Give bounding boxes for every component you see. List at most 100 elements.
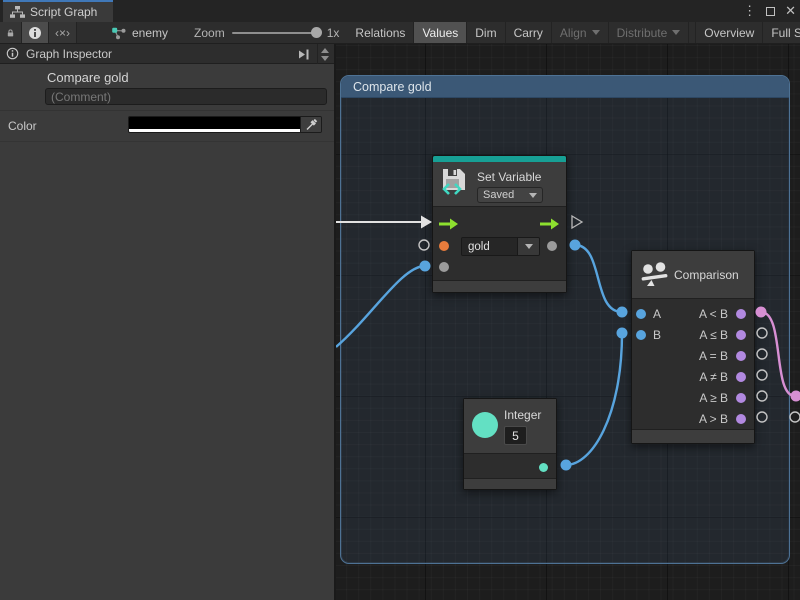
distribute-button[interactable]: Distribute [609,22,690,43]
node-set-variable[interactable]: Set Variable Saved gold [432,155,567,293]
chevron-down-icon [529,193,537,198]
output-port-notequal[interactable] [736,372,746,382]
breadcrumb-label: enemy [132,26,168,40]
comment-input[interactable] [45,88,327,105]
group-header[interactable]: Compare gold [341,76,789,98]
close-icon[interactable]: ✕ [785,3,796,19]
integer-value-input[interactable]: 5 [504,426,527,445]
zoom-slider[interactable] [232,32,320,34]
eyedropper-icon [305,118,318,131]
code-x-icon: ‹×› [55,26,70,40]
tab-script-graph[interactable]: Script Graph [3,0,113,22]
carry-button[interactable]: Carry [506,22,552,43]
chevron-down-icon [525,244,533,249]
flow-in-port[interactable] [439,218,459,230]
output-label-lessequal: A ≤ B [699,328,728,342]
output-label-greaterequal: A ≥ B [699,391,728,405]
set-variable-header: Set Variable Saved [433,162,566,206]
zoom-label: Zoom [194,26,225,40]
integer-output-port[interactable] [539,463,548,472]
graph-inspector-title: Graph Inspector [26,47,112,61]
set-variable-footer [433,280,566,292]
graph-title: Compare gold [47,70,129,85]
color-swatch[interactable] [129,117,300,132]
kebab-menu-icon[interactable]: ⋮ [743,3,756,19]
integer-body [464,453,556,480]
info-icon [28,26,42,40]
align-button[interactable]: Align [552,22,609,43]
integer-header: Integer 5 [464,399,556,453]
integer-literal-icon [472,412,498,438]
output-label-less: A < B [699,307,728,321]
chevron-up-icon [321,48,329,53]
integer-footer [464,478,556,489]
node-comparison[interactable]: Comparison A B A < B A ≤ B A = B A ≠ B A… [631,250,755,444]
zoom-value: 1x [327,26,340,40]
output-port-lessequal[interactable] [736,330,746,340]
script-graph-icon [10,6,25,18]
set-variable-title: Set Variable [477,170,541,184]
comparison-header: Comparison [632,251,754,298]
color-label: Color [8,119,37,133]
output-label-equal: A = B [699,349,728,363]
clear-errors-button[interactable]: ‹×› [49,22,77,43]
graph-node-icon [111,26,127,40]
graph-inspector-header: Graph Inspector [0,44,334,64]
comparison-body: A B A < B A ≤ B A = B A ≠ B A ≥ B A > B [632,298,754,431]
connection-endpoint [791,391,800,402]
fullscreen-button[interactable]: Full Screen [763,22,800,43]
variable-output-port[interactable] [547,241,557,251]
comparison-input-a-port[interactable] [636,309,646,319]
output-label-notequal: A ≠ B [699,370,728,384]
lock-icon [6,26,15,40]
toolbar: ‹×› enemy Zoom 1x Relations Values Dim C… [0,22,800,44]
comparison-footer [632,429,754,443]
chevron-down-icon [321,56,329,61]
output-port-equal[interactable] [736,351,746,361]
chevron-down-icon [592,30,600,35]
window-controls: ⋮ ✕ [743,0,796,22]
variable-scope-dropdown[interactable]: Saved [477,187,543,203]
dock-panel-icon[interactable] [297,48,311,61]
variable-name-value: gold [462,238,517,255]
script-graph-window: Script Graph ⋮ ✕ ‹×› [0,0,800,600]
panel-stepper[interactable] [317,44,332,64]
empty-port-ring [790,412,800,422]
values-button[interactable]: Values [414,22,467,43]
inspector-toggle-button[interactable] [22,22,49,43]
relations-button[interactable]: Relations [347,22,414,43]
divider [0,110,334,111]
comparison-input-a-label: A [653,307,661,321]
color-field[interactable] [128,116,322,133]
info-icon [6,47,19,60]
comparison-title: Comparison [674,268,739,282]
variable-value-port[interactable] [439,262,449,272]
output-port-greaterequal[interactable] [736,393,746,403]
group-title: Compare gold [353,80,432,94]
output-port-greater[interactable] [736,414,746,424]
breadcrumb[interactable]: enemy [103,22,176,43]
titlebar: Script Graph ⋮ ✕ [0,0,800,22]
output-label-greater: A > B [699,412,728,426]
comparison-input-b-port[interactable] [636,330,646,340]
variable-name-dropdown-button[interactable] [517,238,539,255]
overview-button[interactable]: Overview [695,22,763,43]
variable-name-port[interactable] [439,241,449,251]
chevron-down-icon [672,30,680,35]
zoom-slider-knob[interactable] [311,27,322,38]
output-port-less[interactable] [736,309,746,319]
comparison-balance-icon [640,261,670,288]
variable-name-dropdown[interactable]: gold [461,237,540,256]
flow-out-port[interactable] [540,218,560,230]
integer-title: Integer [504,408,541,422]
eyedropper-button[interactable] [300,117,321,132]
comparison-input-b-label: B [653,328,661,342]
node-integer[interactable]: Integer 5 [463,398,557,490]
graph-canvas[interactable]: Compare gold Set Variable Saved [336,44,800,600]
zoom-control: Zoom 1x [194,22,339,43]
lock-button[interactable] [0,22,22,43]
dim-button[interactable]: Dim [467,22,505,43]
tab-title: Script Graph [30,5,97,19]
maximize-icon[interactable] [766,7,775,16]
set-variable-body: gold [433,206,566,282]
